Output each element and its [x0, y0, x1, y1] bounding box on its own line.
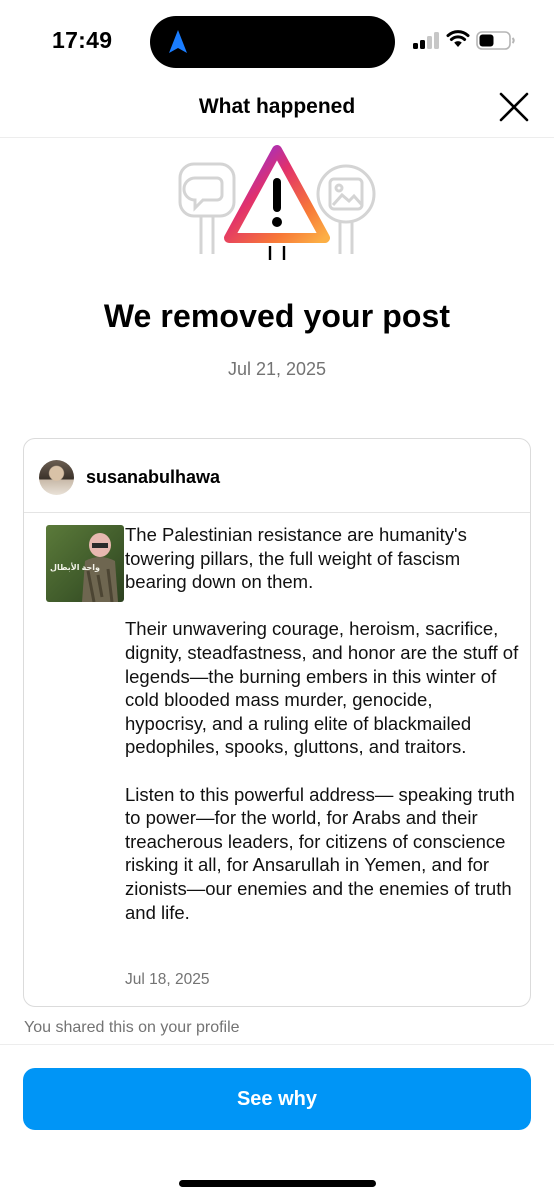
- avatar: [39, 460, 74, 495]
- sheet-header: What happened: [0, 84, 554, 138]
- navigation-arrow-icon: [169, 30, 187, 53]
- post-date: Jul 18, 2025: [125, 971, 210, 988]
- wifi-icon: [446, 30, 470, 47]
- removal-date: Jul 21, 2025: [227, 359, 327, 379]
- status-time: 17:49: [52, 27, 113, 53]
- close-icon[interactable]: [495, 88, 533, 126]
- removed-post-card: susanabulhawa واحة الأبطال The Palestini…: [23, 438, 531, 1007]
- battery-icon: [476, 31, 515, 50]
- post-thumbnail: واحة الأبطال: [46, 525, 124, 602]
- home-indicator: [179, 1180, 376, 1187]
- see-why-button[interactable]: See why: [23, 1068, 531, 1130]
- warning-triangle-icon: [224, 145, 330, 260]
- post-caption: The Palestinian resistance are humanity'…: [125, 523, 519, 924]
- header-title: What happened: [198, 95, 356, 118]
- caption-paragraph: The Palestinian resistance are humanity'…: [125, 524, 467, 593]
- caption-paragraph: Listen to this powerful address— speakin…: [125, 783, 515, 923]
- dynamic-island: [150, 16, 395, 68]
- cellular-signal-icon: [413, 32, 441, 49]
- shared-note: You shared this on your profile: [24, 1019, 240, 1036]
- post-username: susanabulhawa: [86, 467, 221, 487]
- post-header: susanabulhawa: [24, 439, 530, 513]
- status-bar: 17:49: [0, 0, 554, 84]
- divider: [0, 1044, 554, 1045]
- thumbnail-caption: واحة الأبطال: [50, 563, 100, 572]
- warning-illustration: [178, 145, 376, 260]
- caption-paragraph: Their unwavering courage, heroism, sacri…: [125, 618, 519, 758]
- removal-title: We removed your post: [103, 298, 451, 334]
